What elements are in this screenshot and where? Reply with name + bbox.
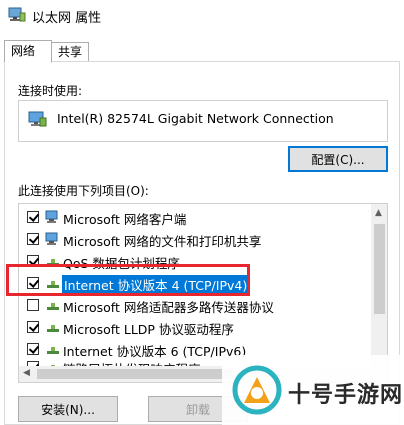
title-bar: 以太网 属性 <box>0 0 404 32</box>
list-item[interactable]: Microsoft 网络适配器多路传送器协议 <box>19 294 371 316</box>
tab-sharing[interactable]: 共享 <box>51 42 89 62</box>
item-checkbox[interactable] <box>27 299 39 311</box>
watermark: 十号手游网 <box>222 355 404 425</box>
network-adapter-icon <box>28 111 47 127</box>
install-button[interactable]: 安装(N)... <box>18 396 118 422</box>
scroll-up-icon[interactable]: ▲ <box>375 208 382 218</box>
items-label: 此连接使用下列项目(O): <box>18 184 149 198</box>
list-item[interactable]: Microsoft 网络的文件和打印机共享 <box>19 228 371 250</box>
scroll-left-icon[interactable]: ◀ <box>23 368 30 378</box>
tab-strip: 网络 共享 <box>4 40 400 63</box>
protocol-icon <box>47 303 59 310</box>
item-checkbox[interactable] <box>27 321 39 333</box>
annotation-highlight-frame <box>6 264 250 296</box>
protocol-icon <box>47 347 59 354</box>
adapter-box: Intel(R) 82574L Gigabit Network Connecti… <box>18 100 388 142</box>
horizontal-scroll-thumb[interactable] <box>37 369 233 379</box>
item-label: Microsoft LLDP 协议驱动程序 <box>63 322 234 337</box>
configure-button[interactable]: 配置(C)... <box>288 146 388 172</box>
network-connection-icon <box>8 7 26 22</box>
connect-using-label: 连接时使用: <box>18 84 83 98</box>
item-checkbox[interactable] <box>27 233 39 245</box>
item-checkbox[interactable] <box>27 343 39 355</box>
network-client-icon <box>45 210 58 223</box>
window-title: 以太网 属性 <box>32 11 102 26</box>
protocol-icon <box>47 325 59 332</box>
item-checkbox[interactable] <box>27 211 39 223</box>
item-label: Microsoft 网络客户端 <box>63 212 187 227</box>
vertical-scroll-thumb[interactable] <box>374 224 385 314</box>
network-share-icon <box>45 232 58 245</box>
list-item[interactable]: Microsoft 网络客户端 <box>19 206 371 228</box>
list-item[interactable]: Microsoft LLDP 协议驱动程序 <box>19 316 371 338</box>
adapter-name: Intel(R) 82574L Gigabit Network Connecti… <box>57 111 334 126</box>
item-label: Microsoft 网络的文件和打印机共享 <box>63 234 262 249</box>
watermark-text: 十号手游网 <box>288 383 404 408</box>
tab-network[interactable]: 网络 <box>4 40 52 63</box>
item-label: Microsoft 网络适配器多路传送器协议 <box>63 300 274 315</box>
watermark-logo-icon <box>232 365 282 415</box>
